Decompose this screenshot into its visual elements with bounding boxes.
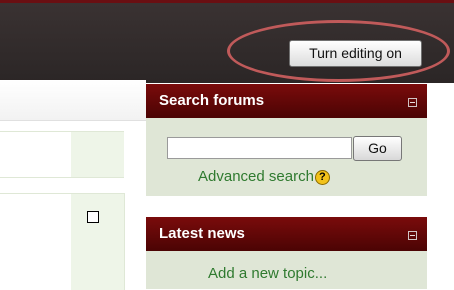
block-title: Search forums — [159, 92, 265, 109]
advanced-search-row: Advanced search ? — [198, 166, 330, 186]
collapse-icon[interactable] — [408, 98, 417, 107]
top-navbar: Turn editing on — [0, 0, 454, 83]
add-new-topic-link[interactable]: Add a new topic... — [208, 265, 327, 282]
advanced-search-link[interactable]: Advanced search — [198, 168, 314, 185]
table-cell — [71, 193, 124, 290]
main-content — [0, 80, 146, 290]
block-title: Latest news — [159, 225, 245, 242]
block-header: Search forums — [146, 84, 427, 118]
go-button[interactable]: Go — [353, 136, 402, 161]
search-forums-block: Search forums Go Advanced search ? — [146, 84, 427, 196]
block-header: Latest news — [146, 217, 427, 251]
search-input[interactable] — [167, 137, 352, 159]
table-cell — [71, 131, 124, 178]
help-icon[interactable]: ? — [314, 170, 330, 185]
collapse-icon[interactable] — [408, 231, 417, 240]
latest-news-block: Latest news Add a new topic... — [146, 217, 427, 289]
select-checkbox[interactable] — [87, 211, 99, 223]
main-header-row — [0, 80, 146, 121]
turn-editing-on-button[interactable]: Turn editing on — [289, 40, 422, 67]
